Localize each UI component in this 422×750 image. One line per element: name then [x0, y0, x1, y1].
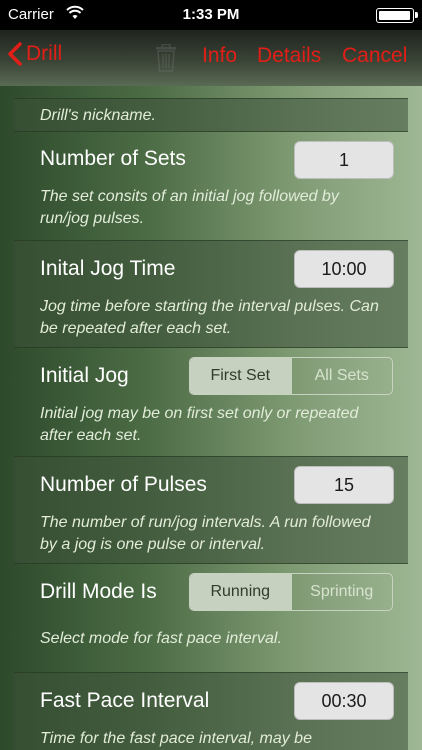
drill-mode-description: Select mode for fast pace interval. — [40, 630, 282, 647]
trash-icon[interactable] — [153, 43, 179, 77]
fast-pace-interval-label: Fast Pace Interval — [40, 689, 210, 712]
nickname-row: Drill's nickname. — [14, 98, 408, 132]
info-button[interactable]: Info — [202, 44, 237, 68]
number-of-sets-field[interactable]: 1 — [294, 141, 394, 179]
details-button[interactable]: Details — [257, 44, 321, 68]
initial-jog-segmented-control: First Set All Sets — [189, 357, 393, 395]
fast-pace-interval-field[interactable]: 00:30 — [294, 682, 394, 720]
drill-mode-segmented-control: Running Sprinting — [189, 573, 393, 611]
number-of-sets-description: The set consits of an initial jog follow… — [40, 188, 339, 227]
back-button[interactable]: Drill — [8, 42, 62, 66]
chevron-left-icon — [8, 42, 22, 66]
battery-level-fill — [379, 11, 410, 20]
initial-jog-time-row: Inital Jog Time 10:00 Jog time before st… — [14, 240, 408, 348]
segment-first-set[interactable]: First Set — [190, 358, 291, 394]
segment-sprinting[interactable]: Sprinting — [290, 574, 393, 610]
nickname-description: Drill's nickname. — [40, 107, 156, 124]
number-of-pulses-label: Number of Pulses — [40, 473, 207, 496]
navigation-bar: Drill Info Details Cancel — [0, 30, 422, 86]
battery-icon — [376, 8, 418, 23]
number-of-pulses-description: The number of run/jog intervals. A run f… — [40, 514, 371, 553]
status-time: 1:33 PM — [182, 6, 240, 23]
initial-jog-label: Initial Jog — [40, 364, 129, 387]
segment-all-sets[interactable]: All Sets — [290, 358, 393, 394]
initial-jog-time-label: Inital Jog Time — [40, 257, 176, 280]
number-of-pulses-field[interactable]: 15 — [294, 466, 394, 504]
number-of-sets-label: Number of Sets — [40, 147, 186, 170]
back-button-label: Drill — [26, 42, 63, 65]
initial-jog-time-field[interactable]: 10:00 — [294, 250, 394, 288]
number-of-pulses-row: Number of Pulses 15 The number of run/jo… — [14, 456, 408, 564]
drill-form: Drill's nickname. Number of Sets 1 The s… — [0, 86, 422, 750]
initial-jog-description: Initial jog may be on first set only or … — [40, 405, 359, 444]
fast-pace-interval-description: Time for the fast pace interval, may be — [40, 730, 312, 747]
drill-mode-row: Drill Mode Is Running Sprinting Select m… — [14, 564, 408, 672]
status-bar: Carrier 1:33 PM — [0, 0, 422, 30]
segment-running[interactable]: Running — [190, 574, 291, 610]
fast-pace-interval-row: Fast Pace Interval 00:30 Time for the fa… — [14, 672, 408, 750]
initial-jog-row: Initial Jog First Set All Sets Initial j… — [14, 348, 408, 456]
cancel-button[interactable]: Cancel — [342, 44, 407, 68]
number-of-sets-row: Number of Sets 1 The set consits of an i… — [14, 132, 408, 240]
drill-mode-label: Drill Mode Is — [40, 580, 157, 603]
initial-jog-time-description: Jog time before starting the interval pu… — [40, 298, 379, 337]
